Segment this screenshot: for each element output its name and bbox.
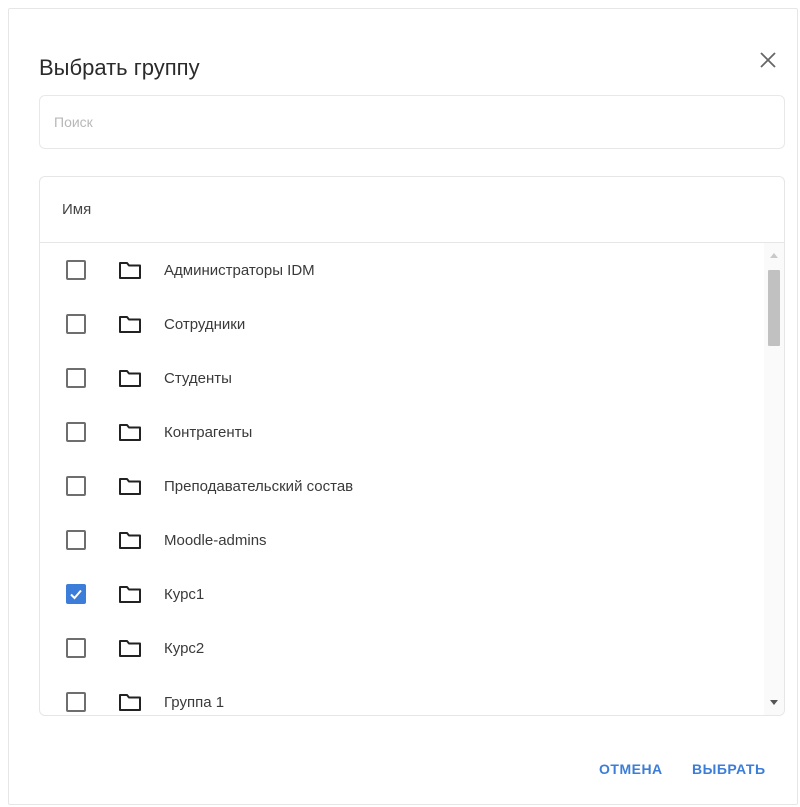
- row-label: Администраторы IDM: [164, 261, 315, 279]
- select-group-dialog: Выбрать группу Имя Администраторы IDM Со…: [8, 8, 798, 805]
- folder-icon: [119, 262, 141, 279]
- scroll-down-arrow-icon[interactable]: [770, 700, 778, 705]
- folder-icon: [119, 640, 141, 657]
- row-label: Курс1: [164, 585, 205, 603]
- scroll-thumb[interactable]: [768, 270, 780, 346]
- row-checkbox[interactable]: [66, 368, 86, 388]
- folder-icon: [119, 586, 141, 603]
- table-row[interactable]: Moodle-admins: [40, 513, 764, 567]
- folder-icon: [119, 694, 141, 711]
- row-label: Курс2: [164, 639, 205, 657]
- groups-table: Имя Администраторы IDM Сотрудники Студен…: [39, 176, 785, 716]
- folder-icon: [119, 532, 141, 549]
- close-button[interactable]: [755, 47, 781, 73]
- check-icon: [70, 589, 82, 600]
- table-row[interactable]: Студенты: [40, 351, 764, 405]
- row-checkbox[interactable]: [66, 476, 86, 496]
- table-row[interactable]: Курс1: [40, 567, 764, 621]
- row-label: Группа 1: [164, 693, 225, 711]
- table-row[interactable]: Контрагенты: [40, 405, 764, 459]
- row-checkbox[interactable]: [66, 422, 86, 442]
- row-checkbox[interactable]: [66, 314, 86, 334]
- table-row[interactable]: Преподавательский состав: [40, 459, 764, 513]
- search-input[interactable]: [39, 95, 785, 149]
- dialog-title: Выбрать группу: [39, 55, 200, 80]
- table-row[interactable]: Курс2: [40, 621, 764, 675]
- row-label: Контрагенты: [164, 423, 253, 441]
- row-checkbox[interactable]: [66, 692, 86, 712]
- folder-icon: [119, 316, 141, 333]
- folder-icon: [119, 424, 141, 441]
- folder-icon: [119, 370, 141, 387]
- column-header-name[interactable]: Имя: [40, 177, 784, 243]
- row-label: Преподавательский состав: [164, 477, 354, 495]
- row-label: Студенты: [164, 369, 232, 387]
- table-row[interactable]: Группа 1: [40, 675, 764, 715]
- row-label: Сотрудники: [164, 315, 246, 333]
- table-row[interactable]: Сотрудники: [40, 297, 764, 351]
- table-row[interactable]: Администраторы IDM: [40, 243, 764, 297]
- select-button[interactable]: ВЫБРАТЬ: [692, 761, 766, 777]
- row-checkbox[interactable]: [66, 638, 86, 658]
- folder-icon: [119, 478, 141, 495]
- row-checkbox[interactable]: [66, 260, 86, 280]
- cancel-button[interactable]: ОТМЕНА: [599, 761, 663, 777]
- rows-container: Администраторы IDM Сотрудники Студенты К…: [40, 243, 764, 715]
- vertical-scrollbar[interactable]: [764, 243, 784, 715]
- row-checkbox[interactable]: [66, 530, 86, 550]
- row-checkbox[interactable]: [66, 584, 86, 604]
- close-icon: [760, 52, 776, 68]
- row-label: Moodle-admins: [164, 531, 267, 549]
- scroll-up-arrow-icon[interactable]: [770, 253, 778, 258]
